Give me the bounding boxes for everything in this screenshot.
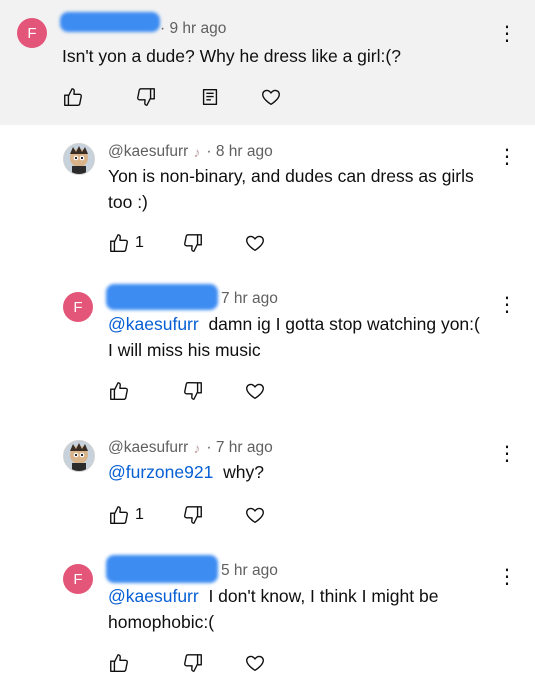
timestamp: 7 hr ago <box>221 290 278 307</box>
username[interactable]: @kaesufurr <box>108 439 188 457</box>
more-vert-icon[interactable]: ⋮ <box>497 444 517 464</box>
comment-meta: 5 hr ago <box>221 562 278 580</box>
comment-actions <box>108 652 288 676</box>
like-button[interactable] <box>108 380 135 402</box>
timestamp: 5 hr ago <box>221 562 278 579</box>
thumbs-down-icon <box>184 506 202 524</box>
more-vert-icon[interactable]: ⋮ <box>497 147 517 167</box>
timestamp: · 9 hr ago <box>160 20 227 37</box>
comment-actions: 1 <box>108 504 288 528</box>
heart-icon <box>262 89 280 106</box>
comment-actions: 1 <box>108 232 288 256</box>
comment-text: @furzone921 why? <box>108 459 488 485</box>
like-button[interactable] <box>108 652 135 674</box>
thumbs-down-icon <box>184 382 202 400</box>
comment-actions <box>108 380 288 404</box>
comment-actions <box>62 86 302 110</box>
mention-link[interactable]: @furzone921 <box>108 462 213 482</box>
more-vert-icon[interactable]: ⋮ <box>497 24 517 44</box>
dislike-button[interactable] <box>135 86 157 108</box>
dislike-button[interactable] <box>182 380 204 402</box>
timestamp: · 7 hr ago <box>206 439 273 456</box>
comment-meta: · 9 hr ago <box>160 20 226 38</box>
heart-icon <box>246 235 264 252</box>
comment-text-content: why? <box>223 462 264 482</box>
comment-meta: @kaesufurr ♪ · 7 hr ago <box>108 439 273 457</box>
avatar[interactable]: F <box>63 292 93 322</box>
avatar[interactable] <box>63 440 95 472</box>
heart-button[interactable] <box>244 232 266 254</box>
more-vert-icon[interactable]: ⋮ <box>497 295 517 315</box>
avatar[interactable]: F <box>17 18 47 48</box>
reply-button[interactable] <box>199 86 221 108</box>
avatar[interactable]: F <box>63 564 93 594</box>
like-button[interactable]: 1 <box>108 504 144 526</box>
like-count: 1 <box>135 506 144 523</box>
avatar-letter: F <box>27 24 37 42</box>
redacted-username <box>106 284 218 310</box>
dislike-button[interactable] <box>182 652 204 674</box>
comment-text: @kaesufurr I don't know, I think I might… <box>108 583 488 635</box>
mention-link[interactable]: @kaesufurr <box>108 314 199 334</box>
thumbs-up-icon <box>110 234 128 252</box>
username[interactable]: @kaesufurr <box>108 143 188 161</box>
reply-icon <box>202 88 218 106</box>
dislike-button[interactable] <box>182 504 204 526</box>
avatar-letter: F <box>73 298 83 316</box>
timestamp: · 8 hr ago <box>206 143 273 160</box>
comment-text-content: Isn't yon a dude? Why he dress like a gi… <box>62 46 401 66</box>
comment-text: @kaesufurr damn ig I gotta stop watching… <box>108 311 488 363</box>
comment-text: Yon is non-binary, and dudes can dress a… <box>108 163 488 215</box>
like-button[interactable] <box>62 86 84 108</box>
heart-icon <box>246 507 264 524</box>
comment-text: Isn't yon a dude? Why he dress like a gi… <box>62 43 462 69</box>
heart-button[interactable] <box>244 652 266 674</box>
thumbs-up-icon <box>110 382 128 400</box>
comment-meta: @kaesufurr ♪ · 8 hr ago <box>108 143 273 161</box>
thumbs-up-icon <box>64 88 82 106</box>
thumbs-down-icon <box>184 234 202 252</box>
creator-tag: ♪ <box>193 144 201 160</box>
avatar[interactable] <box>63 143 95 175</box>
avatar-image <box>64 144 94 174</box>
avatar-letter: F <box>73 570 83 588</box>
heart-button[interactable] <box>260 86 282 108</box>
heart-icon <box>246 383 264 400</box>
like-button[interactable]: 1 <box>108 232 144 254</box>
thumbs-down-icon <box>137 88 155 106</box>
like-count: 1 <box>135 234 144 251</box>
creator-tag: ♪ <box>193 440 201 456</box>
heart-button[interactable] <box>244 380 266 402</box>
mention-link[interactable]: @kaesufurr <box>108 586 199 606</box>
thumbs-down-icon <box>184 654 202 672</box>
dislike-button[interactable] <box>182 232 204 254</box>
thumbs-up-icon <box>110 506 128 524</box>
avatar-image <box>64 441 94 471</box>
heart-icon <box>246 655 264 672</box>
comment-meta: 7 hr ago <box>221 290 278 308</box>
redacted-username <box>60 12 160 32</box>
thumbs-up-icon <box>110 654 128 672</box>
more-vert-icon[interactable]: ⋮ <box>497 567 517 587</box>
comment-text-content: Yon is non-binary, and dudes can dress a… <box>108 166 474 212</box>
heart-button[interactable] <box>244 504 266 526</box>
redacted-username <box>106 555 218 583</box>
